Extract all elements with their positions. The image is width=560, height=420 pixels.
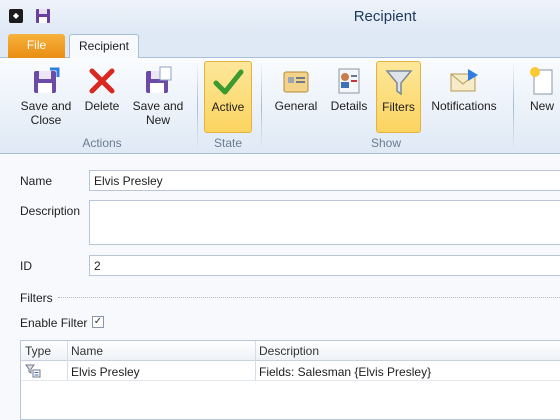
filter-list-icon [25,364,41,378]
enable-filter-label: Enable Filter [20,316,88,330]
details-label: Details [330,99,368,113]
column-header-type[interactable]: Type [25,344,51,358]
funnel-filter-icon [384,70,413,96]
filters-grid: Type Name Description Elvis Presley Fiel… [20,340,560,420]
new-document-icon [530,67,553,95]
column-header-description[interactable]: Description [259,344,319,358]
tab-file[interactable]: File [8,34,65,58]
notifications-button[interactable]: Notifications [427,61,501,133]
name-label: Name [20,174,53,188]
column-header-name[interactable]: Name [71,344,103,358]
group-separator [261,62,262,150]
checkmark-icon [213,69,244,95]
tab-recipient[interactable]: Recipient [69,34,139,59]
recipient-form: Name Description ID Filters Enable Filte… [0,155,560,420]
ribbon-tab-strip: File Recipient [0,32,560,59]
group-separator [197,62,198,150]
description-textarea[interactable] [89,200,560,245]
name-input[interactable] [89,170,560,191]
id-label: ID [20,259,32,273]
row-name-cell: Elvis Presley [71,365,140,379]
save-and-close-label: Save and Close [20,99,72,127]
filters-label: Filters [382,100,415,114]
general-card-icon [283,71,309,93]
group-label-state: State [213,136,243,150]
save-and-close-button[interactable]: Save and Close [16,61,76,133]
details-contact-icon [338,68,360,94]
save-and-close-icon [34,67,60,93]
delete-label: Delete [84,99,120,113]
group-label-actions: Actions [82,136,122,150]
grid-header: Type Name Description [21,341,560,361]
delete-x-icon [89,68,115,94]
table-row[interactable]: Elvis Presley Fields: Salesman {Elvis Pr… [21,362,560,381]
details-button[interactable]: Details [327,61,371,133]
save-and-new-button[interactable]: Save and New [129,61,187,133]
active-label: Active [211,100,245,114]
window-title: Recipient [353,8,417,25]
save-and-new-label: Save and New [132,99,184,127]
delete-button[interactable]: Delete [80,61,124,133]
description-label: Description [20,204,81,218]
filters-section-label: Filters [20,291,53,305]
filters-divider [58,297,560,298]
ribbon: Save and Close Delete Save and New Actio… [0,58,560,154]
new-button[interactable]: New [524,61,560,133]
active-button[interactable]: Active [204,61,252,133]
new-label: New [529,99,554,113]
notifications-label: Notifications [431,99,497,113]
group-label-show: Show [370,136,402,150]
general-label: General [274,99,318,113]
envelope-notification-icon [450,69,478,92]
general-button[interactable]: General [271,61,321,133]
id-input[interactable] [89,255,560,276]
filters-button[interactable]: Filters [376,61,421,133]
group-separator [513,62,514,150]
title-bar: ◆ Recipient [0,0,560,32]
save-and-new-icon [146,66,172,93]
row-description-cell: Fields: Salesman {Elvis Presley} [259,365,432,379]
enable-filter-checkbox[interactable]: ✓ [92,316,104,328]
